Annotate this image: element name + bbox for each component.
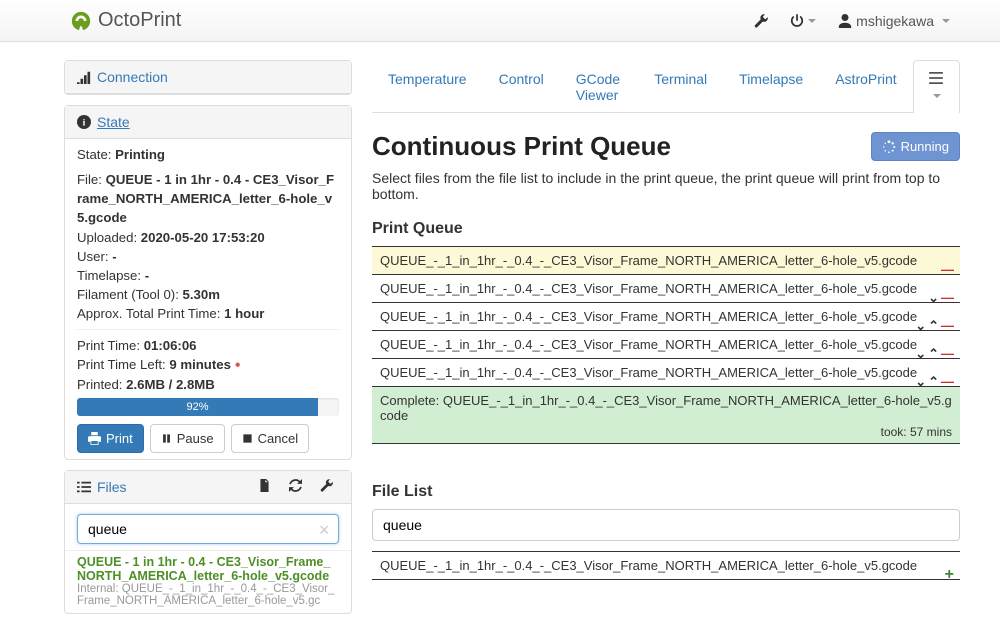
files-title[interactable]: Files xyxy=(97,479,127,495)
approx-value: 1 hour xyxy=(224,306,264,321)
navbar: OctoPrint mshigekawa xyxy=(0,0,1000,42)
file-entry[interactable]: QUEUE - 1 in 1hr - 0.4 - CE3_Visor_Frame… xyxy=(65,550,351,613)
progress-bar: 92% xyxy=(77,398,318,416)
stop-icon xyxy=(242,433,253,444)
filament-value: 5.30m xyxy=(183,287,220,302)
info-icon: i xyxy=(77,115,91,129)
state-value: Printing xyxy=(115,147,165,162)
brand-text: OctoPrint xyxy=(98,9,181,32)
file-list: QUEUE_-_1_in_1hr_-_0.4_-_CE3_Visor_Frame… xyxy=(372,551,960,580)
file-entry-meta: Internal: QUEUE_-_1_in_1hr_-_0.4_-_CE3_V… xyxy=(77,583,339,607)
state-label: State: xyxy=(77,147,111,162)
file-entry-name: QUEUE - 1 in 1hr - 0.4 - CE3_Visor_Frame… xyxy=(77,555,339,583)
uploaded-value: 2020-05-20 17:53:20 xyxy=(141,230,265,245)
printtimeleft-label: Print Time Left: xyxy=(77,357,166,372)
queue-item[interactable]: QUEUE_-_1_in_1hr_-_0.4_-_CE3_Visor_Frame… xyxy=(372,274,960,303)
printtime-value: 01:06:06 xyxy=(144,338,197,353)
print-button[interactable]: Print xyxy=(77,424,144,453)
queue-item[interactable]: QUEUE_-_1_in_1hr_-_0.4_-_CE3_Visor_Frame… xyxy=(372,302,960,331)
pause-button[interactable]: Pause xyxy=(150,424,225,453)
brand[interactable]: OctoPrint xyxy=(70,9,181,32)
main-tabs: Temperature Control GCode Viewer Termina… xyxy=(372,60,960,113)
connection-title[interactable]: Connection xyxy=(97,69,168,85)
printed-label: Printed: xyxy=(77,377,122,392)
progress-bar-container: 92% xyxy=(77,398,339,416)
print-queue-heading: Print Queue xyxy=(372,220,960,238)
live-dot-icon: ● xyxy=(235,360,241,371)
power-icon xyxy=(790,14,804,28)
wrench-icon xyxy=(320,479,333,492)
file-value: QUEUE - 1 in 1hr - 0.4 - CE3_Visor_Frame… xyxy=(77,172,334,225)
signal-icon xyxy=(77,70,91,84)
cancel-button[interactable]: Cancel xyxy=(231,424,309,453)
queue-description: Select files from the file list to inclu… xyxy=(372,170,960,202)
clear-search-icon[interactable]: × xyxy=(319,520,330,540)
refresh-button[interactable] xyxy=(283,479,308,495)
printtime-label: Print Time: xyxy=(77,338,140,353)
add-icon[interactable]: + xyxy=(945,570,954,580)
wrench-icon xyxy=(754,14,768,28)
user-label: User: xyxy=(77,249,109,264)
state-panel: i State State: Printing File: QUEUE - 1 … xyxy=(64,105,352,460)
tab-timelapse[interactable]: Timelapse xyxy=(723,60,819,113)
queue-status-button[interactable]: Running xyxy=(871,132,960,161)
settings-button[interactable] xyxy=(744,8,778,34)
filelist-search-input[interactable] xyxy=(372,509,960,541)
hamburger-icon xyxy=(929,72,943,84)
user-menu[interactable]: mshigekawa xyxy=(828,7,960,35)
uploaded-label: Uploaded: xyxy=(77,230,137,245)
state-title[interactable]: State xyxy=(97,114,130,130)
queue-item[interactable]: QUEUE_-_1_in_1hr_-_0.4_-_CE3_Visor_Frame… xyxy=(372,358,960,387)
file-icon xyxy=(258,479,271,492)
list-icon xyxy=(77,480,91,494)
printtimeleft-value: 9 minutes xyxy=(169,357,231,372)
timelapse-value: - xyxy=(145,268,149,283)
user-icon xyxy=(838,14,852,28)
octoprint-logo-icon xyxy=(70,10,92,32)
user-value: - xyxy=(112,249,116,264)
print-icon xyxy=(88,432,101,445)
tab-control[interactable]: Control xyxy=(483,60,560,113)
file-list-heading: File List xyxy=(372,483,960,501)
queue-took: took: 57 mins xyxy=(881,425,952,439)
filament-label: Filament (Tool 0): xyxy=(77,287,179,302)
queue-item[interactable]: QUEUE_-_1_in_1hr_-_0.4_-_CE3_Visor_Frame… xyxy=(372,330,960,359)
files-header: Files xyxy=(65,471,351,504)
connection-header[interactable]: Connection xyxy=(65,61,351,94)
file-settings-button[interactable] xyxy=(314,479,339,495)
tab-astroprint[interactable]: AstroPrint xyxy=(819,60,912,113)
state-header[interactable]: i State xyxy=(65,106,351,139)
printed-value: 2.6MB / 2.8MB xyxy=(126,377,215,392)
files-panel: Files × QUEUE - 1 in 1hr - 0.4 - CE3_Vis… xyxy=(64,470,352,614)
file-label: File: xyxy=(77,172,102,187)
svg-text:i: i xyxy=(83,118,86,129)
pause-icon xyxy=(161,433,172,444)
tab-terminal[interactable]: Terminal xyxy=(638,60,723,113)
timelapse-label: Timelapse: xyxy=(77,268,141,283)
tab-gcode-viewer[interactable]: GCode Viewer xyxy=(560,60,639,113)
new-file-button[interactable] xyxy=(252,479,277,495)
tab-more[interactable] xyxy=(913,60,960,113)
username: mshigekawa xyxy=(856,13,934,29)
tab-temperature[interactable]: Temperature xyxy=(372,60,483,113)
queue-item[interactable]: QUEUE_-_1_in_1hr_-_0.4_-_CE3_Visor_Frame… xyxy=(372,246,960,275)
filelist-item[interactable]: QUEUE_-_1_in_1hr_-_0.4_-_CE3_Visor_Frame… xyxy=(372,551,960,580)
refresh-icon xyxy=(289,479,302,492)
queue-item[interactable]: Complete: QUEUE_-_1_in_1hr_-_0.4_-_CE3_V… xyxy=(372,386,960,444)
print-queue-list: QUEUE_-_1_in_1hr_-_0.4_-_CE3_Visor_Frame… xyxy=(372,246,960,444)
approx-label: Approx. Total Print Time: xyxy=(77,306,220,321)
files-search-input[interactable] xyxy=(77,514,339,544)
connection-panel: Connection xyxy=(64,60,352,95)
page-title: Continuous Print Queue xyxy=(372,131,871,162)
spinner-icon xyxy=(882,140,896,154)
system-button[interactable] xyxy=(780,8,826,34)
